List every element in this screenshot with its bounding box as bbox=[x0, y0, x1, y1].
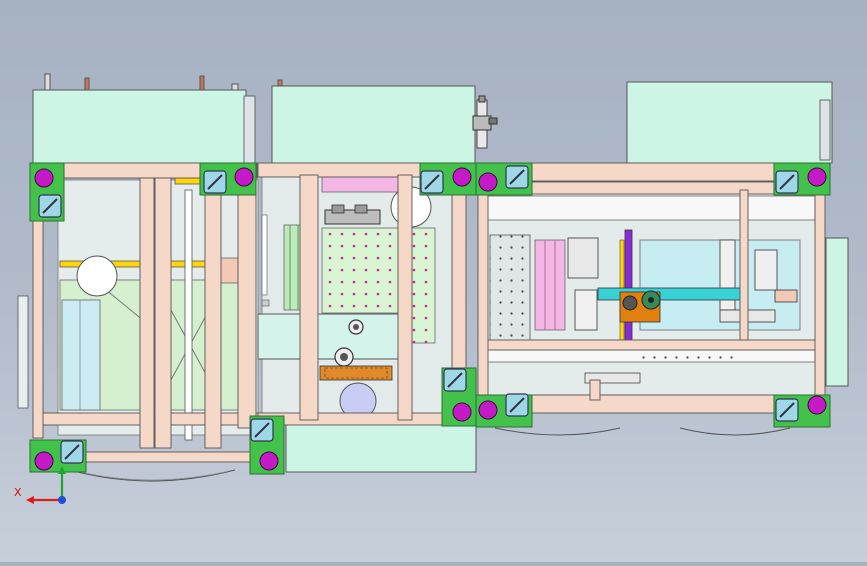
enclosure-left bbox=[32, 89, 247, 164]
block-gray-4 bbox=[754, 249, 778, 291]
frame-beam bbox=[814, 189, 826, 401]
leveling-foot bbox=[452, 402, 472, 422]
enclosure-bottom bbox=[285, 419, 477, 473]
frame-beam bbox=[397, 174, 413, 421]
right-pink-panel bbox=[534, 239, 566, 331]
pin bbox=[277, 79, 283, 87]
block-gray bbox=[567, 237, 599, 279]
enclosure-left-side bbox=[243, 95, 256, 164]
leveling-foot bbox=[34, 451, 54, 471]
frame-beam bbox=[477, 189, 489, 401]
block-gray-2 bbox=[574, 289, 598, 331]
pin bbox=[199, 75, 205, 91]
guide-rod bbox=[184, 189, 193, 441]
frame-beam bbox=[589, 379, 601, 401]
frame-beam bbox=[257, 412, 459, 426]
leveling-foot bbox=[34, 168, 54, 188]
top-enclosures bbox=[32, 73, 833, 164]
wheel-arc-right-2 bbox=[679, 427, 791, 436]
enclosure-right bbox=[626, 81, 833, 164]
leveling-foot bbox=[234, 167, 254, 187]
enclosure-right-side bbox=[819, 99, 831, 161]
side-plate bbox=[17, 295, 29, 409]
cad-assembly-view: X bbox=[0, 0, 867, 562]
leveling-foot bbox=[452, 167, 472, 187]
leveling-foot bbox=[478, 400, 498, 420]
roller-disc bbox=[76, 255, 118, 297]
enclosure-middle bbox=[271, 85, 476, 164]
frame-beam bbox=[237, 177, 257, 429]
frame-beam bbox=[299, 174, 319, 421]
frame-beam bbox=[154, 177, 172, 449]
axis-z-dot bbox=[58, 496, 66, 504]
wheel-arc-right-1 bbox=[494, 427, 621, 436]
axis-x-arrow bbox=[26, 496, 34, 504]
center-plate bbox=[257, 313, 407, 360]
leveling-foot bbox=[478, 172, 498, 192]
right-side-panel bbox=[825, 237, 849, 387]
frame-beam bbox=[739, 189, 749, 341]
left-module bbox=[17, 177, 259, 482]
frame-beam bbox=[477, 339, 824, 351]
frame-beam bbox=[59, 451, 271, 463]
pin bbox=[84, 77, 90, 91]
middle-module bbox=[257, 171, 477, 473]
valve-assembly bbox=[472, 95, 498, 149]
axis-x-label: X bbox=[14, 486, 22, 499]
motor-gear-2 bbox=[622, 295, 638, 311]
frame-beam bbox=[204, 177, 222, 449]
right-top-panel bbox=[484, 195, 816, 221]
blue-roller bbox=[61, 299, 101, 411]
assembly-drawing: X bbox=[14, 73, 849, 504]
wheel-arc bbox=[69, 469, 236, 482]
leveling-foot bbox=[807, 395, 827, 415]
pin bbox=[44, 73, 51, 91]
leveling-foot bbox=[259, 451, 279, 471]
frame-beam bbox=[139, 177, 155, 449]
pin bbox=[231, 83, 239, 91]
leveling-foot bbox=[807, 167, 827, 187]
